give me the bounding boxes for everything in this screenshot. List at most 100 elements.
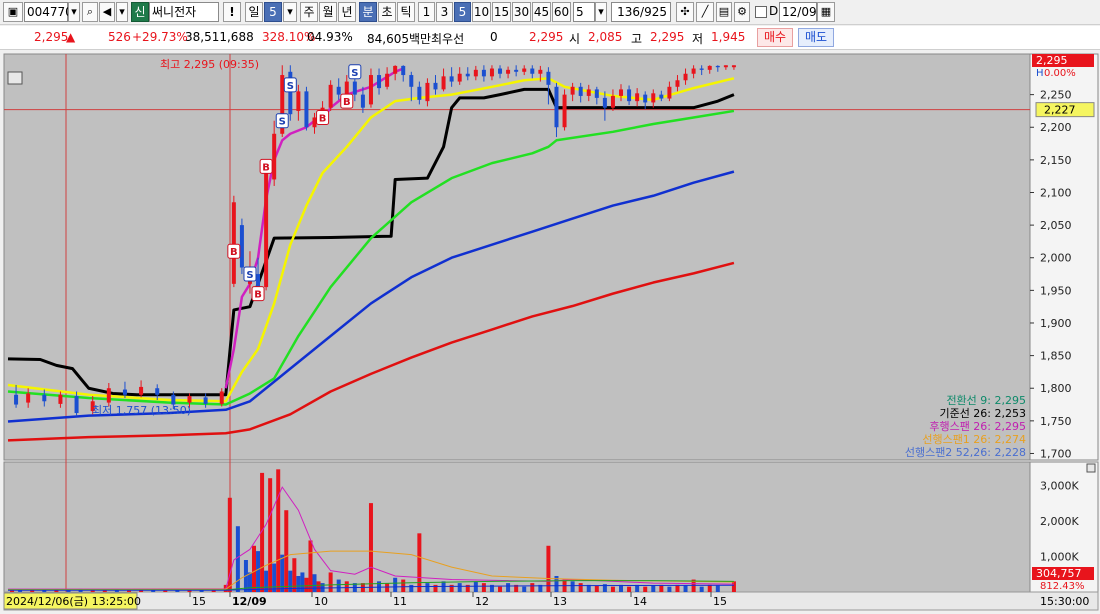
interval-button-3[interactable]: 3 [436, 2, 453, 22]
interval-button-5[interactable]: 5 [454, 2, 471, 22]
interval-combo[interactable]: 5 [573, 2, 595, 22]
stock-code-input[interactable]: 004770 [24, 2, 73, 22]
candle-body [667, 86, 672, 99]
volume-bar [530, 583, 535, 592]
price-tick-label: 2,250 [1040, 89, 1072, 102]
sell-button[interactable]: 매도 [798, 28, 834, 47]
period-dropdown-icon[interactable]: ▾ [283, 2, 297, 22]
candle-body [562, 94, 567, 128]
minute-button[interactable]: 분 [359, 2, 377, 22]
signal-label: S [287, 81, 294, 92]
volume-bar [268, 478, 273, 592]
candle-body [312, 117, 317, 128]
second-button[interactable]: 초 [378, 2, 396, 22]
priority-label: 최우선 [431, 32, 465, 46]
volume-bar [683, 585, 688, 592]
search-icon[interactable]: ⌕ [82, 2, 98, 22]
toolbar: ▣ 004770 ▾ ⌕ ◀ ▾ 신 써니전자 ! 일 5 ▾ 주 월 년 분 … [0, 0, 1100, 25]
time-tick-label: 12 [475, 595, 489, 608]
volume-bar [731, 581, 736, 592]
calendar-icon[interactable]: ▦ [817, 2, 835, 22]
volume-bar [284, 510, 289, 592]
volume-bar [409, 584, 414, 592]
buy-button[interactable]: 매수 [757, 28, 793, 47]
low-price: 1,945 [711, 30, 746, 44]
volume-bar [368, 503, 373, 592]
alert-button[interactable]: ! [223, 2, 241, 22]
interval-button-15[interactable]: 15 [492, 2, 511, 22]
volume-bar [481, 583, 486, 592]
candle-body [627, 89, 632, 102]
candlestick-chart[interactable]: BSBBSSBBS 2,2502,2002,1502,1002,0502,000… [0, 52, 1100, 614]
price-tick-label: 1,750 [1040, 415, 1072, 428]
time-tick-label: 12/09 [232, 595, 267, 608]
candle-body [139, 386, 144, 395]
indicator-legend-item: 선행스팬2 52,26: 2,228 [905, 446, 1026, 459]
chart-menu-icon[interactable] [7, 71, 23, 85]
candle-body [106, 388, 111, 403]
draw-line-icon[interactable]: ╱ [696, 2, 714, 22]
candle-body [465, 73, 470, 77]
quote-bar: 2,295 ▲ 526 +29.73% 38,511,688 328.10% 0… [0, 26, 1100, 50]
date-checkbox[interactable] [755, 6, 767, 18]
current-price: 2,295 [34, 30, 69, 44]
interval-button-30[interactable]: 30 [512, 2, 531, 22]
priority-price: 2,295 [529, 30, 564, 44]
bar-count-field[interactable]: 136/925 [611, 2, 671, 22]
candle-body [554, 86, 559, 128]
volume-bar [651, 585, 656, 592]
volume-close-icon[interactable] [1086, 463, 1096, 473]
period-number-button[interactable]: 5 [264, 2, 282, 22]
window-icon[interactable]: ▣ [3, 2, 23, 22]
save-icon[interactable]: ▤ [716, 2, 732, 22]
price-tick-label: 1,900 [1040, 317, 1072, 330]
volume-bar [578, 583, 583, 592]
candle-body [385, 73, 390, 87]
high-price: 2,295 [650, 30, 685, 44]
candle-body [707, 65, 712, 70]
candle-body [489, 68, 494, 77]
candle-body [26, 393, 31, 403]
volume-bar [10, 590, 15, 592]
volume-bar [643, 586, 648, 592]
volume-pct-tag: 812.43% [1040, 581, 1085, 592]
interval-button-45[interactable]: 45 [532, 2, 551, 22]
tick-button[interactable]: 틱 [397, 2, 415, 22]
candle-body [546, 71, 551, 85]
interval-dropdown-icon[interactable]: ▾ [595, 2, 607, 22]
volume-bar [276, 469, 281, 592]
day-button[interactable]: 일 [245, 2, 263, 22]
candle-body [635, 93, 640, 102]
candle-body [352, 81, 357, 95]
speaker-icon[interactable]: ◀ [99, 2, 115, 22]
candle-body [578, 86, 583, 96]
crosshair-icon[interactable]: ✣ [676, 2, 694, 22]
volume-pane[interactable] [3, 461, 1031, 593]
interval-button-10[interactable]: 10 [472, 2, 491, 22]
candle-body [401, 65, 406, 76]
interval-button-1[interactable]: 1 [418, 2, 435, 22]
price-tick-label: 2,150 [1040, 154, 1072, 167]
settings-icon[interactable]: ⚙ [734, 2, 750, 22]
month-button[interactable]: 월 [319, 2, 337, 22]
volume-tick-label: 3,000K [1040, 479, 1079, 492]
stock-name-field[interactable]: 써니전자 [149, 2, 219, 22]
time-tick-label: 15 [713, 595, 727, 608]
week-button[interactable]: 주 [300, 2, 318, 22]
turnover-ratio: 04.93% [307, 30, 353, 44]
signal-label: S [351, 68, 358, 79]
speaker-dropdown-icon[interactable]: ▾ [116, 2, 128, 22]
candle-body [417, 86, 422, 100]
candle-body [522, 68, 527, 72]
date-field[interactable]: 12/09 [779, 2, 817, 22]
price-change: 526 [108, 30, 131, 44]
candle-body [530, 68, 535, 74]
code-dropdown-icon[interactable]: ▾ [68, 2, 80, 22]
interval-button-60[interactable]: 60 [552, 2, 571, 22]
year-button[interactable]: 년 [338, 2, 356, 22]
candle-body [691, 68, 696, 74]
volume-bar [627, 586, 632, 592]
candle-body [42, 394, 47, 402]
indicator-legend-item: 기준선 26: 2,253 [939, 407, 1026, 420]
candle-body [74, 396, 79, 414]
